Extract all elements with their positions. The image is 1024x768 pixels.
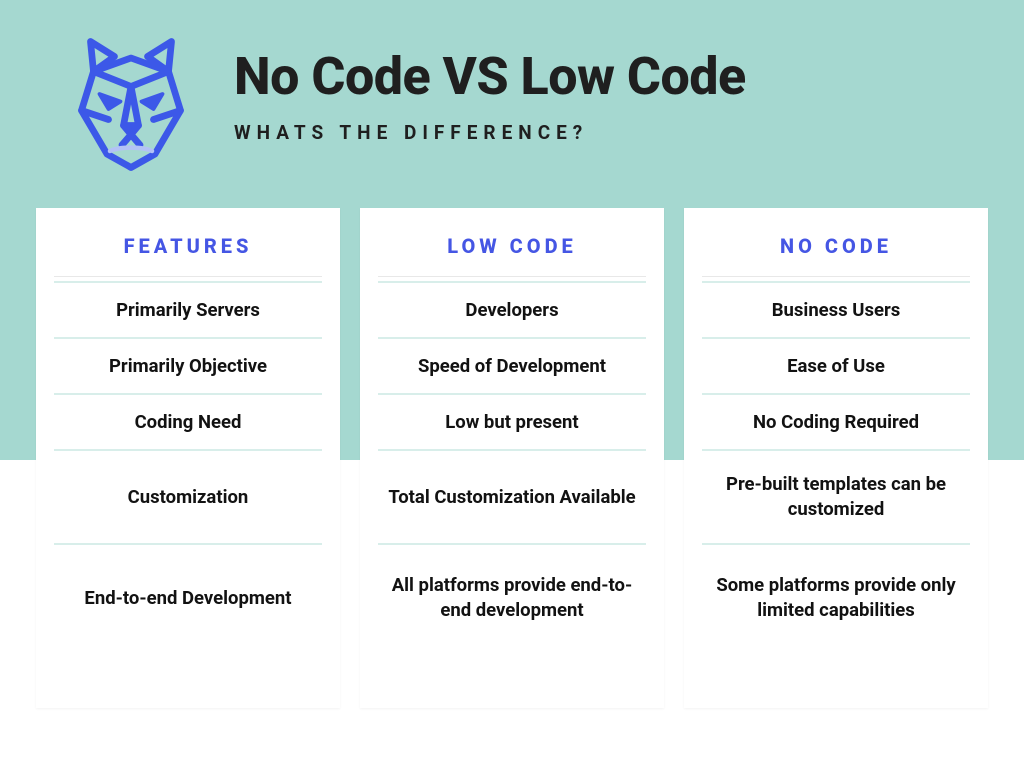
table-row: Coding Need [54, 393, 322, 451]
column-low-code-header: LOW CODE [378, 234, 646, 277]
comparison-columns: FEATURES Primarily Servers Primarily Obj… [0, 208, 1024, 708]
title-block: No Code VS Low Code WHATS THE DIFFERENCE… [234, 46, 746, 144]
cell-text: End-to-end Development [54, 586, 322, 611]
header: No Code VS Low Code WHATS THE DIFFERENCE… [0, 0, 1024, 178]
cell-text: Primarily Servers [54, 298, 322, 323]
cell-text: Customization [54, 485, 322, 510]
cell-text: Developers [378, 298, 646, 323]
cell-text: Ease of Use [702, 354, 970, 379]
page-title: No Code VS Low Code [234, 46, 746, 107]
table-row: Some platforms provide only limited capa… [702, 543, 970, 651]
cell-text: Coding Need [54, 410, 322, 435]
table-row: Total Customization Available [378, 449, 646, 545]
table-row: Customization [54, 449, 322, 545]
cell-text: Speed of Development [378, 354, 646, 379]
table-row: All platforms provide end-to-end develop… [378, 543, 646, 651]
column-low-code: LOW CODE Developers Speed of Development… [360, 208, 664, 708]
table-row: No Coding Required [702, 393, 970, 451]
table-row: Ease of Use [702, 337, 970, 395]
page-subtitle: WHATS THE DIFFERENCE? [234, 121, 746, 144]
table-row: Primarily Servers [54, 281, 322, 339]
column-features-header: FEATURES [54, 234, 322, 277]
column-no-code: NO CODE Business Users Ease of Use No Co… [684, 208, 988, 708]
table-row: Pre-built templates can be customized [702, 449, 970, 545]
cell-text: Pre-built templates can be customized [702, 472, 970, 522]
cell-text: All platforms provide end-to-end develop… [378, 573, 646, 623]
cell-text: Business Users [702, 298, 970, 323]
cell-text: Low but present [378, 410, 646, 435]
column-features: FEATURES Primarily Servers Primarily Obj… [36, 208, 340, 708]
cell-text: No Coding Required [702, 410, 970, 435]
tiger-logo-icon [56, 28, 206, 178]
column-no-code-header: NO CODE [702, 234, 970, 277]
table-row: End-to-end Development [54, 543, 322, 651]
table-row: Speed of Development [378, 337, 646, 395]
table-row: Primarily Objective [54, 337, 322, 395]
table-row: Low but present [378, 393, 646, 451]
cell-text: Primarily Objective [54, 354, 322, 379]
cell-text: Total Customization Available [378, 485, 646, 510]
cell-text: Some platforms provide only limited capa… [702, 573, 970, 623]
table-row: Developers [378, 281, 646, 339]
table-row: Business Users [702, 281, 970, 339]
